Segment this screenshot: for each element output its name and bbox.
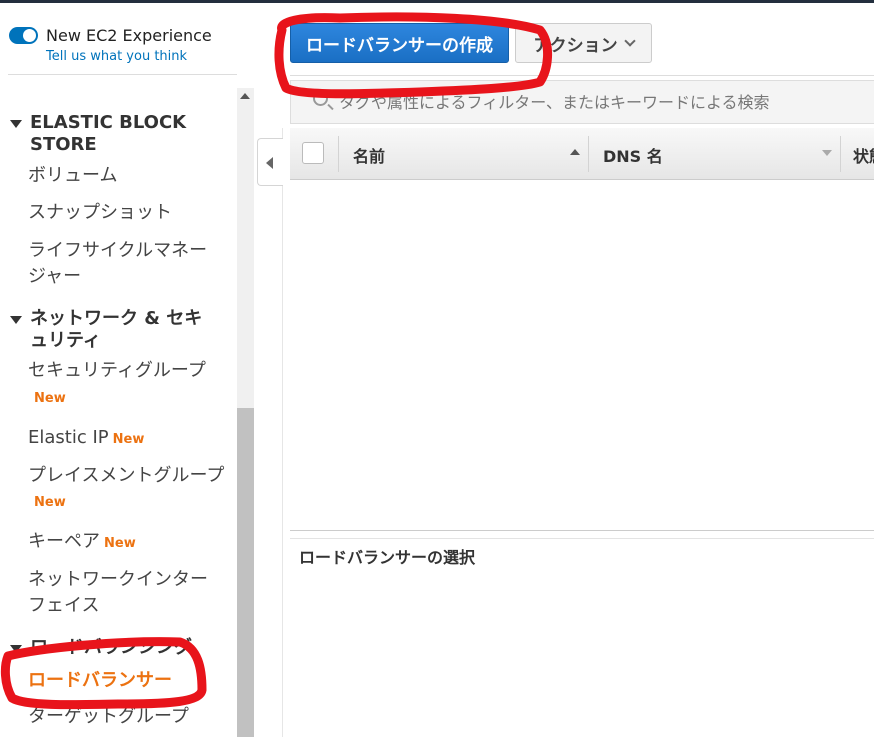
sidebar-item-load-balancers[interactable]: ロードバランサー	[28, 668, 228, 694]
column-header-state[interactable]: 状態	[853, 143, 874, 167]
new-badge: New	[112, 432, 145, 447]
table-header: 名前 DNS 名 状態	[290, 128, 874, 180]
sidebar-section-elastic-block-store[interactable]: ELASTIC BLOCK STORE	[10, 112, 220, 156]
column-header-dns-name[interactable]: DNS 名	[603, 143, 663, 167]
scrollbar-thumb[interactable]	[237, 408, 254, 737]
sidebar-item-snapshots[interactable]: スナップショット	[28, 200, 228, 226]
feedback-link[interactable]: Tell us what you think	[46, 49, 187, 64]
chevron-down-icon	[623, 34, 636, 47]
column-divider	[840, 136, 841, 172]
sidebar: New EC2 Experience Tell us what you thin…	[0, 3, 237, 737]
details-pane-title: ロードバランサーの選択	[299, 548, 476, 567]
scroll-up-arrow-icon[interactable]	[240, 93, 250, 99]
details-pane-border	[290, 538, 874, 539]
actions-button[interactable]: アクション	[515, 23, 652, 63]
create-load-balancer-button[interactable]: ロードバランサーの作成	[290, 23, 509, 63]
panel-divider	[282, 128, 283, 737]
column-header-name[interactable]: 名前	[353, 143, 385, 167]
search-icon	[313, 91, 328, 106]
column-divider	[588, 136, 589, 172]
sidebar-item-placement-groups[interactable]: プレイスメントグループ	[28, 463, 228, 489]
toolbar-divider	[290, 75, 874, 76]
caret-down-icon	[10, 316, 22, 324]
sidebar-section-label: ロードバランシング	[30, 637, 192, 658]
sidebar-divider	[8, 74, 237, 75]
new-experience-label: New EC2 Experience	[46, 26, 212, 45]
sidebar-section-label: ELASTIC BLOCK STORE	[30, 112, 187, 155]
sort-icon[interactable]	[822, 150, 832, 156]
sidebar-item-label: キーペア	[28, 531, 100, 552]
collapse-sidebar-button[interactable]	[257, 138, 283, 186]
sidebar-section-load-balancing[interactable]: ロードバランシング	[10, 637, 220, 659]
select-all-checkbox[interactable]	[302, 142, 324, 164]
sidebar-item-network-interfaces[interactable]: ネットワークインターフェイス	[28, 567, 224, 619]
sidebar-item-label: Elastic IP	[28, 427, 109, 448]
sidebar-item-elastic-ip[interactable]: Elastic IP New	[28, 425, 228, 453]
sidebar-item-security-groups[interactable]: セキュリティグループ	[28, 358, 228, 384]
sort-ascending-icon[interactable]	[570, 149, 580, 155]
new-badge: New	[34, 391, 66, 406]
sidebar-item-volumes[interactable]: ボリューム	[28, 163, 228, 189]
new-badge: New	[34, 495, 66, 510]
caret-down-icon	[10, 120, 22, 128]
chevron-left-icon	[266, 157, 273, 169]
caret-down-icon	[10, 645, 22, 653]
sidebar-section-label: ネットワーク & セキュリティ	[30, 308, 203, 351]
sidebar-scrollbar[interactable]	[237, 88, 254, 737]
sidebar-item-target-groups[interactable]: ターゲットグループ	[28, 704, 228, 730]
sidebar-item-lifecycle-manager[interactable]: ライフサイクルマネージャー	[28, 238, 224, 290]
details-pane-divider[interactable]	[290, 530, 874, 531]
search-input[interactable]	[339, 89, 859, 115]
sidebar-item-key-pairs[interactable]: キーペア New	[28, 529, 228, 557]
sidebar-item-label: プレイスメントグループ	[28, 465, 225, 486]
search-bar	[290, 80, 874, 124]
column-divider	[338, 136, 339, 172]
new-experience-row: New EC2 Experience	[9, 26, 212, 45]
sidebar-item-label: セキュリティグループ	[28, 360, 206, 381]
sidebar-section-network-security[interactable]: ネットワーク & セキュリティ	[10, 308, 220, 352]
new-badge: New	[104, 536, 136, 551]
new-experience-toggle[interactable]	[9, 27, 38, 44]
actions-label: アクション	[533, 35, 618, 55]
